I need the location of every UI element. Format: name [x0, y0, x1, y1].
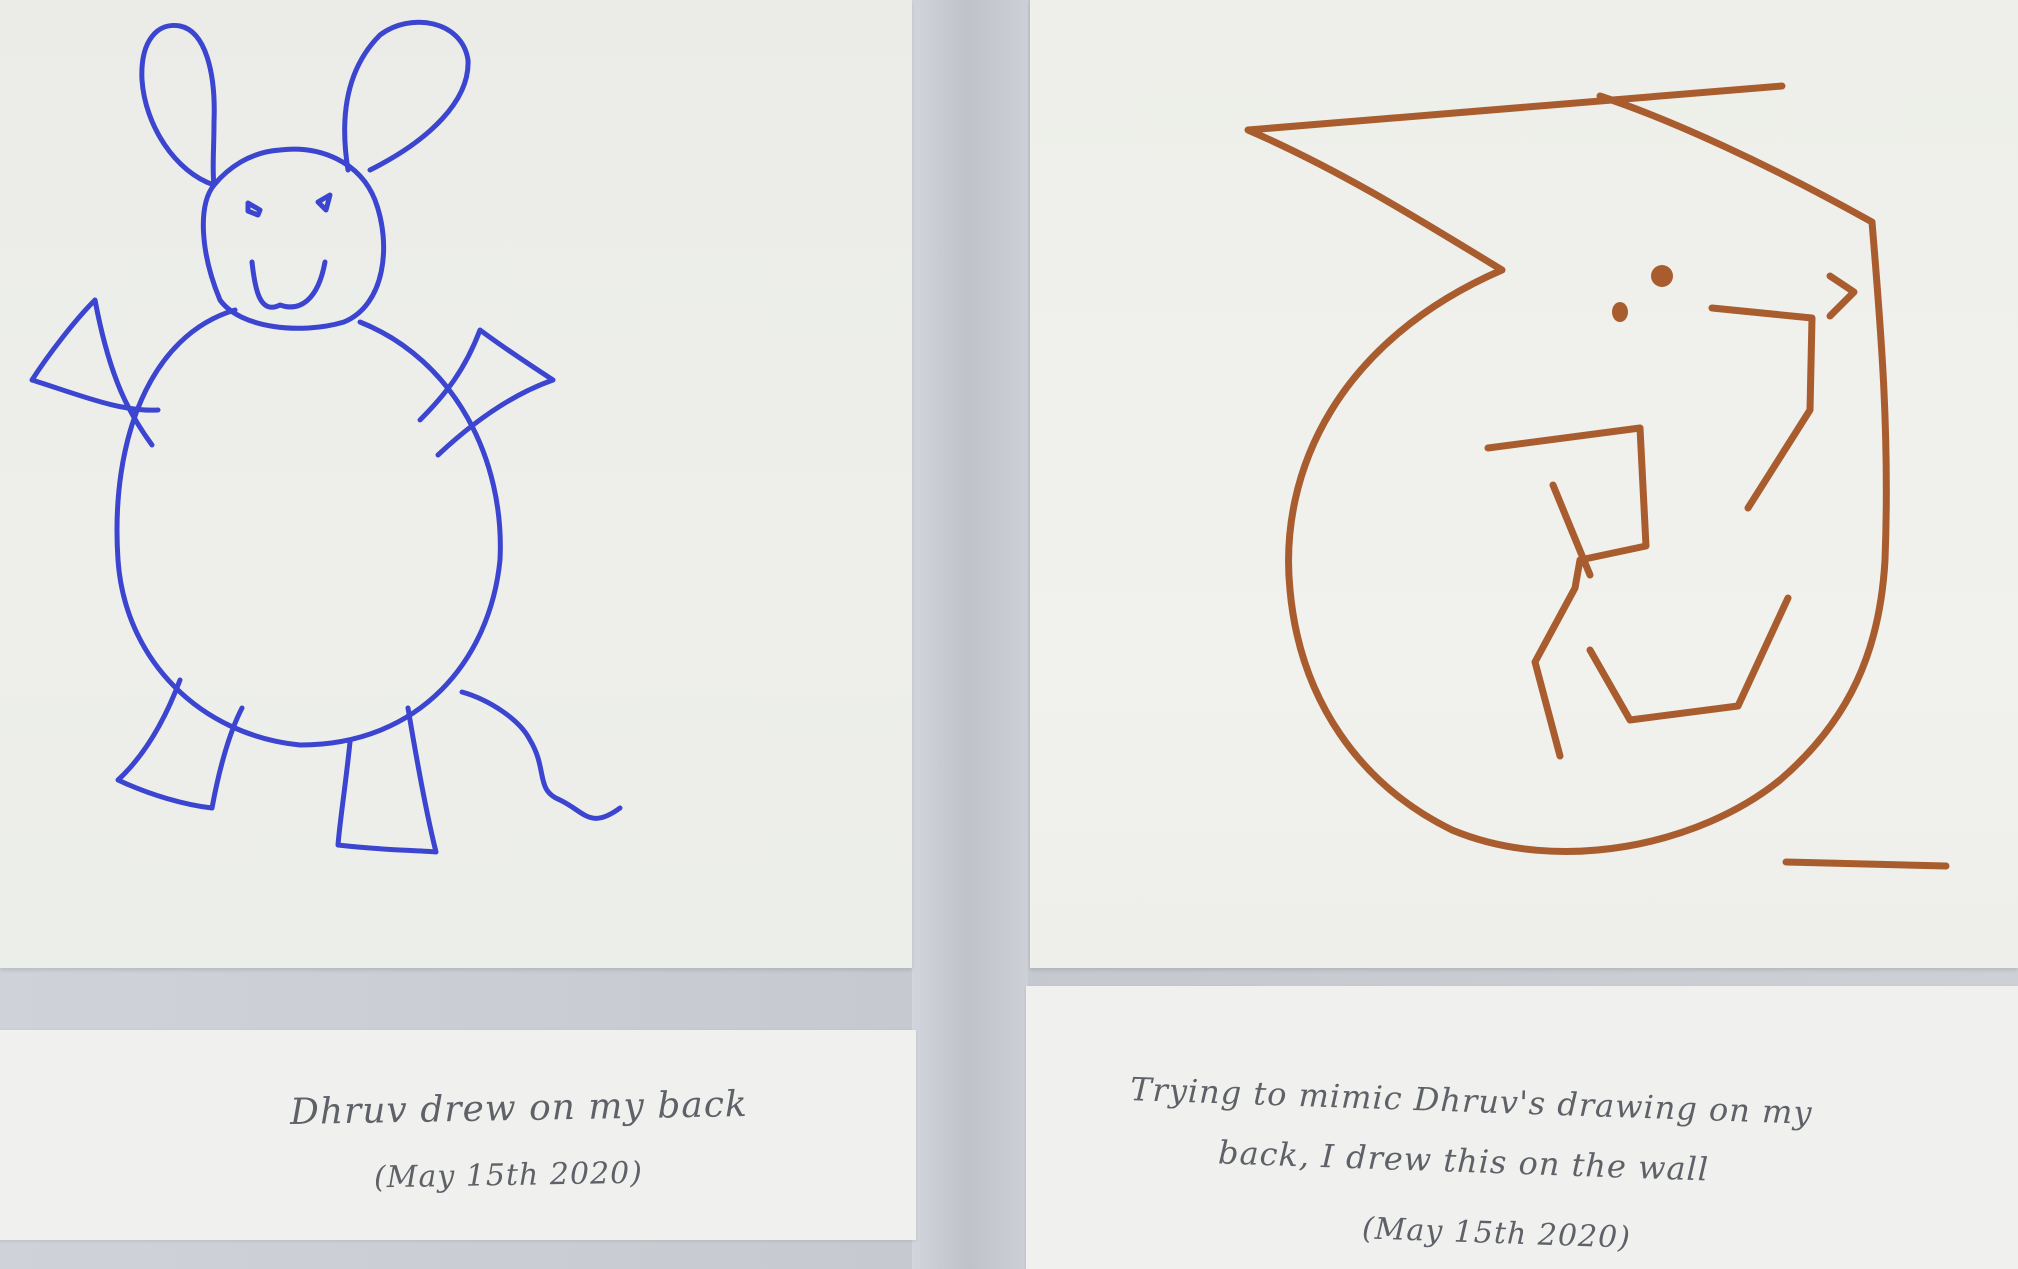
- wall-gap: [912, 0, 1028, 1269]
- left-drawing-paper: [0, 0, 912, 968]
- left-caption-line-2: (May 15th 2020): [373, 1155, 644, 1196]
- left-caption-card: [0, 1030, 916, 1240]
- photo-scene: Dhruv drew on my back (May 15th 2020) Tr…: [0, 0, 2018, 1269]
- left-caption-line-1: Dhruv drew on my back: [289, 1084, 749, 1133]
- right-drawing-paper: [1030, 0, 2018, 968]
